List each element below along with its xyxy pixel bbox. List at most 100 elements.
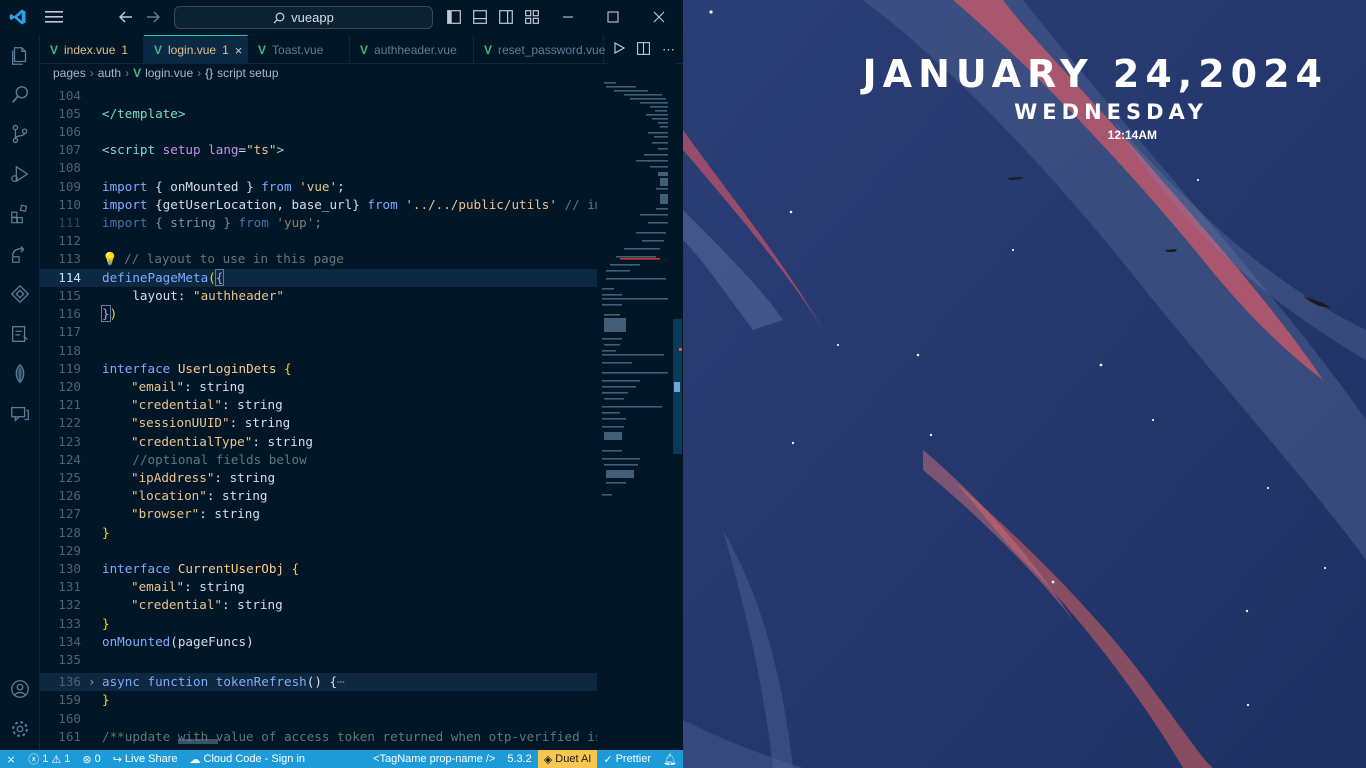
problems-indicator[interactable]: ⓧ 1 ⚠ 1 (22, 750, 76, 768)
run-icon[interactable] (614, 41, 626, 57)
vue-file-icon: V (50, 42, 59, 57)
fold-chevron-icon[interactable]: › (88, 673, 96, 691)
remote-explorer-icon[interactable] (0, 235, 40, 273)
search-view-icon[interactable] (0, 76, 40, 114)
code-line: <script setup lang="ts"> (102, 142, 285, 157)
line-number: 111 (58, 215, 81, 230)
code-line: import { onMounted } from 'vue'; (102, 179, 345, 194)
breadcrumb-file[interactable]: login.vue (145, 66, 193, 80)
code-line: // layout to use in this page (124, 251, 344, 266)
remote-indicator-icon[interactable]: ⨯ (0, 750, 22, 768)
vertical-scrollbar[interactable] (672, 84, 682, 750)
line-number: 126 (58, 488, 81, 503)
code-line: async function tokenRefresh() {⋯ (102, 674, 345, 689)
duet-ai-button[interactable]: ◈ Duet AI (537, 750, 598, 768)
code-line: "credential": string (131, 397, 283, 412)
forward-arrow-icon[interactable] (144, 8, 162, 26)
tab-authheader-vue[interactable]: V authheader.vue (350, 35, 474, 64)
line-number: 125 (58, 470, 81, 485)
settings-gear-icon[interactable] (0, 710, 40, 748)
code-line: "browser": string (131, 506, 260, 521)
code-line: import { string } from 'yup'; (102, 215, 322, 230)
tab-login-vue[interactable]: V login.vue 1 × (144, 35, 248, 64)
line-number: 129 (58, 543, 81, 558)
code-line: } (102, 616, 110, 631)
line-number: 122 (58, 415, 81, 430)
activity-bar (0, 35, 40, 750)
explorer-icon[interactable] (0, 37, 40, 75)
minimize-icon[interactable] (560, 9, 576, 25)
code-line: "email": string (131, 379, 245, 394)
toggle-panel-icon[interactable] (472, 9, 488, 25)
notifications-bell-icon[interactable]: 🔔︎ (657, 750, 683, 768)
ts-version[interactable]: 5.3.2 (501, 750, 537, 768)
breadcrumb-pages[interactable]: pages (53, 66, 86, 80)
customize-layout-icon[interactable] (524, 9, 540, 25)
ports-count: 0 (94, 753, 101, 765)
minimap[interactable] (600, 82, 670, 502)
breadcrumb-auth[interactable]: auth (98, 66, 121, 80)
test-notebook-icon[interactable] (0, 315, 40, 353)
search-text: vueapp (291, 10, 334, 25)
line-number: 127 (58, 506, 81, 521)
run-debug-icon[interactable] (0, 155, 40, 193)
line-number: 104 (58, 88, 81, 103)
tagname-indicator[interactable]: <TagName prop-name /> (367, 750, 501, 768)
accounts-icon[interactable] (0, 670, 40, 708)
ports-indicator[interactable]: ⊛ 0 (76, 750, 106, 768)
live-share-button[interactable]: ↪ Live Share (107, 750, 184, 768)
line-number: 118 (58, 343, 81, 358)
back-arrow-icon[interactable] (117, 8, 135, 26)
line-number: 113 (58, 251, 81, 266)
lightbulb-icon[interactable]: 💡 (102, 250, 118, 268)
breadcrumb-symbol[interactable]: script setup (217, 66, 278, 80)
line-number: 109 (58, 179, 81, 194)
vue-file-icon: V (154, 43, 163, 57)
mongodb-leaf-icon[interactable] (0, 355, 40, 393)
wallpaper-time: 12:14AM (1107, 128, 1157, 142)
code-line: "credential": string (131, 597, 283, 612)
cloud-code-button[interactable]: ☁ Cloud Code - Sign in (184, 750, 312, 768)
warning-icon: ⚠ (51, 753, 62, 766)
close-window-icon[interactable] (651, 9, 667, 25)
tab-label: index.vue (64, 42, 116, 57)
line-number: 128 (58, 525, 81, 540)
source-control-icon[interactable] (0, 115, 40, 153)
more-actions-icon[interactable]: ⋯ (662, 42, 675, 58)
desktop-wallpaper: JANUARY 24,2024 WEDNESDAY 12:14AM (683, 0, 1366, 768)
tab-problem-badge: 1 (121, 42, 129, 57)
search-icon (273, 12, 285, 23)
status-bar: ⨯ ⓧ 1 ⚠ 1 ⊛ 0 ↪ Live Share ☁ Cloud Code - Sig… (0, 750, 683, 768)
tab-index-vue[interactable]: V index.vue 1 (40, 35, 144, 64)
code-line: "credentialType": string (131, 434, 313, 449)
extensions-icon[interactable] (0, 195, 40, 233)
code-editor[interactable]: 104 105 </template> 106 107 <script setup … (40, 84, 597, 750)
line-number: 110 (58, 197, 81, 212)
horizontal-scrollbar-thumb[interactable] (178, 739, 218, 744)
split-editor-icon[interactable] (637, 41, 650, 58)
line-number: 116 (58, 306, 81, 321)
toggle-primary-sidebar-icon[interactable] (446, 9, 462, 25)
maximize-icon[interactable] (605, 9, 621, 25)
line-number: 114 (58, 270, 81, 285)
cloud-code-icon[interactable] (0, 275, 40, 313)
vue-file-icon: V (133, 66, 142, 80)
chat-icon[interactable] (0, 395, 40, 433)
line-number: 135 (58, 652, 81, 667)
code-line: "ipAddress": string (131, 470, 276, 485)
code-line: } (102, 525, 110, 540)
code-line: interface UserLoginDets { (102, 361, 292, 376)
tab-close-icon[interactable]: × (235, 43, 243, 58)
menu-icon[interactable] (44, 8, 64, 26)
command-center-search[interactable]: vueapp (174, 6, 433, 29)
cloud-icon: ☁ (189, 753, 201, 766)
line-number: 123 (58, 434, 81, 449)
toggle-secondary-sidebar-icon[interactable] (498, 9, 514, 25)
line-number: 117 (58, 324, 81, 339)
line-number: 136 (58, 674, 81, 689)
scrollbar-cursor-marker (674, 382, 680, 392)
prettier-button[interactable]: ✓ Prettier (597, 750, 657, 768)
tab-reset-password-vue[interactable]: V reset_password.vue (474, 35, 605, 64)
line-number: 161 (58, 729, 81, 744)
tab-toast-vue[interactable]: V Toast.vue (248, 35, 350, 64)
